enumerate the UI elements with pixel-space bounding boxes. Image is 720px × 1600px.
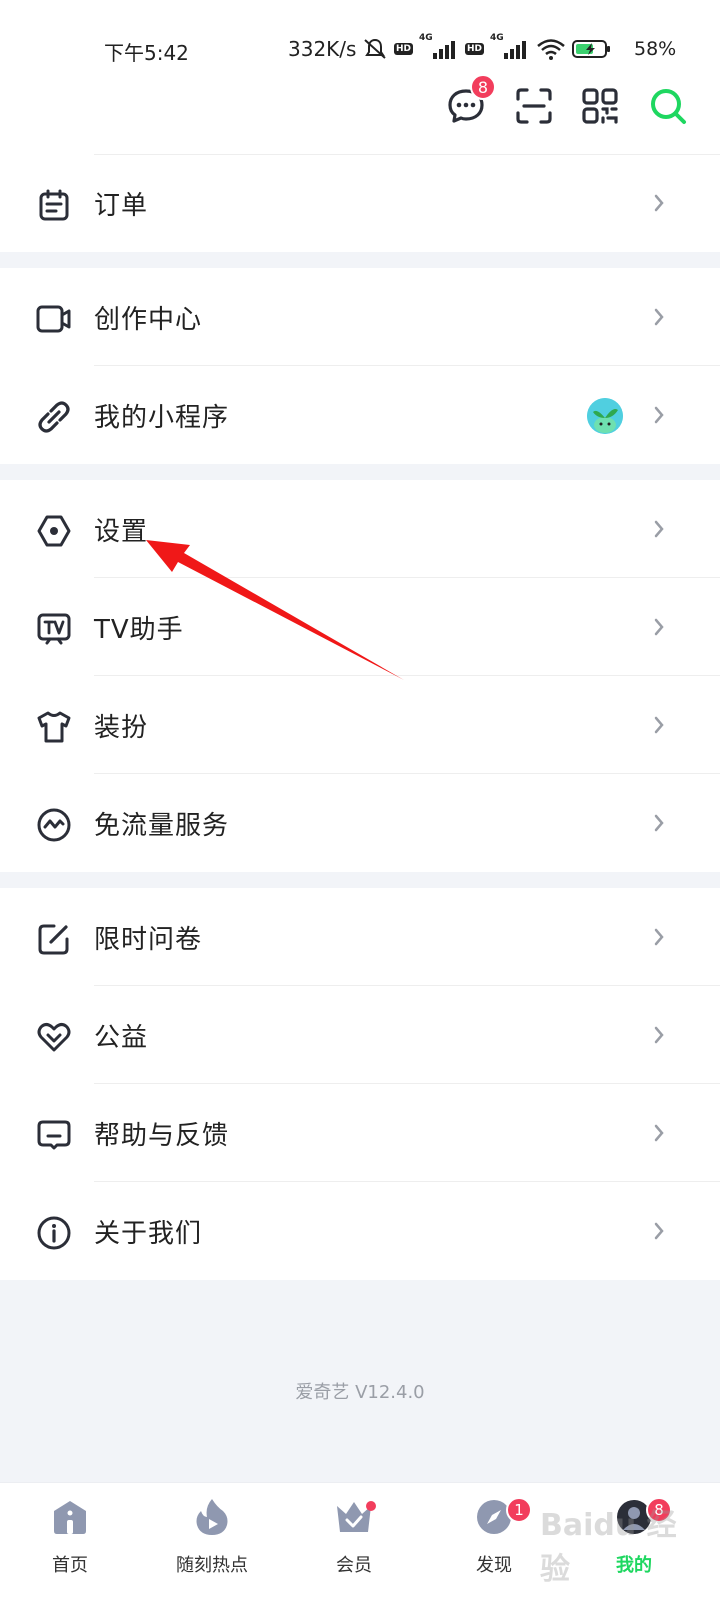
signal-type: 4G	[419, 33, 433, 43]
menu-label-about-us: 关于我们	[94, 1218, 203, 1249]
menu-label-tv-assistant: TV助手	[94, 614, 184, 645]
settings-hexagon-icon	[36, 513, 72, 549]
nav-hot[interactable]: 随刻热点	[152, 1495, 272, 1595]
status-bar: 下午5:42 332K/s HD 4G HD 4G 58%	[0, 0, 720, 65]
menu-label-help-feedback: 帮助与反馈	[94, 1120, 230, 1151]
menu-item-mini-programs[interactable]: 我的小程序	[0, 366, 720, 464]
menu-label-mini-programs: 我的小程序	[94, 402, 230, 433]
chevron-right-icon	[650, 1121, 668, 1145]
heart-icon	[36, 1019, 72, 1055]
qr-code-icon	[582, 88, 618, 124]
home-icon	[48, 1495, 92, 1539]
chevron-right-icon	[650, 811, 668, 835]
menu-label-dress-up: 装扮	[94, 712, 149, 743]
battery-icon	[572, 40, 611, 58]
mini-program-avatar-icon	[587, 398, 623, 434]
menu-label-survey: 限时问卷	[94, 924, 203, 955]
menu-item-creator-center[interactable]: 创作中心	[0, 268, 720, 366]
nav-home[interactable]: 首页	[10, 1495, 130, 1595]
scan-button[interactable]	[512, 84, 556, 128]
status-icons: HD 4G HD 4G	[362, 33, 612, 62]
menu-label-orders: 订单	[94, 190, 149, 221]
status-time: 下午5:42	[104, 41, 189, 65]
info-icon	[36, 1215, 72, 1251]
chevron-right-icon	[650, 1023, 668, 1047]
chevron-right-icon	[650, 191, 668, 215]
battery-percent: 58%	[634, 38, 677, 60]
section-support: 限时问卷 公益 帮助与反馈 关于我们	[0, 888, 720, 1280]
hd-badge: HD	[394, 43, 414, 55]
menu-item-orders[interactable]: 订单	[0, 154, 720, 252]
search-button[interactable]	[646, 84, 690, 128]
signal-icon: 4G	[419, 33, 459, 61]
menu-item-about-us[interactable]: 关于我们	[0, 1182, 720, 1280]
chevron-right-icon	[650, 403, 668, 427]
menu-label-free-data: 免流量服务	[94, 810, 230, 841]
nav-label-vip: 会员	[336, 1555, 372, 1576]
menu-item-dress-up[interactable]: 装扮	[0, 676, 720, 774]
scan-icon	[516, 88, 552, 124]
section-creator: 创作中心 我的小程序	[0, 268, 720, 464]
feedback-icon	[36, 1117, 72, 1153]
section-settings: 设置 TV助手 装扮 免流量服务	[0, 480, 720, 872]
chevron-right-icon	[650, 517, 668, 541]
section-orders: 订单	[0, 154, 720, 252]
video-camera-icon	[36, 301, 72, 337]
nav-discover[interactable]: 发现 1	[434, 1495, 554, 1595]
chevron-right-icon	[650, 305, 668, 329]
wifi-icon	[537, 39, 565, 60]
menu-item-charity[interactable]: 公益	[0, 986, 720, 1084]
hd-badge-2: HD	[465, 43, 485, 55]
chevron-right-icon	[650, 713, 668, 737]
menu-item-help-feedback[interactable]: 帮助与反馈	[0, 1084, 720, 1182]
nav-vip-dot	[366, 1501, 376, 1511]
nav-vip[interactable]: 会员	[294, 1495, 414, 1595]
menu-item-survey[interactable]: 限时问卷	[0, 888, 720, 986]
tv-icon	[36, 611, 72, 647]
nav-label-discover: 发现	[476, 1555, 512, 1576]
orders-icon	[36, 187, 72, 223]
menu-item-settings[interactable]: 设置	[0, 480, 720, 578]
chevron-right-icon	[650, 615, 668, 639]
qr-code-button[interactable]	[578, 84, 622, 128]
menu-label-creator-center: 创作中心	[94, 304, 203, 335]
chevron-right-icon	[650, 1219, 668, 1243]
chevron-right-icon	[650, 925, 668, 949]
message-badge: 8	[470, 74, 496, 100]
flame-icon	[190, 1495, 234, 1539]
watermark: Baidu 经验	[540, 1508, 677, 1587]
t-shirt-icon	[36, 709, 72, 745]
search-icon	[651, 89, 686, 124]
menu-label-charity: 公益	[94, 1022, 149, 1053]
nav-label-mine: 我的	[616, 1555, 652, 1576]
app-version: 爱奇艺 V12.4.0	[295, 1382, 425, 1403]
data-wave-icon	[36, 807, 72, 843]
link-icon	[36, 399, 72, 435]
signal-type-2: 4G	[490, 33, 504, 43]
mute-icon	[364, 38, 386, 59]
menu-item-tv-assistant[interactable]: TV助手	[0, 578, 720, 676]
edit-icon	[36, 921, 72, 957]
signal-icon-2: 4G	[490, 33, 530, 61]
top-actions	[0, 64, 720, 154]
menu-item-free-data[interactable]: 免流量服务	[0, 774, 720, 872]
menu-label-settings: 设置	[94, 516, 149, 547]
nav-label-home: 首页	[52, 1555, 88, 1576]
nav-discover-badge: 1	[506, 1497, 532, 1523]
network-speed: 332K/s	[288, 37, 357, 61]
nav-label-hot: 随刻热点	[176, 1555, 248, 1576]
